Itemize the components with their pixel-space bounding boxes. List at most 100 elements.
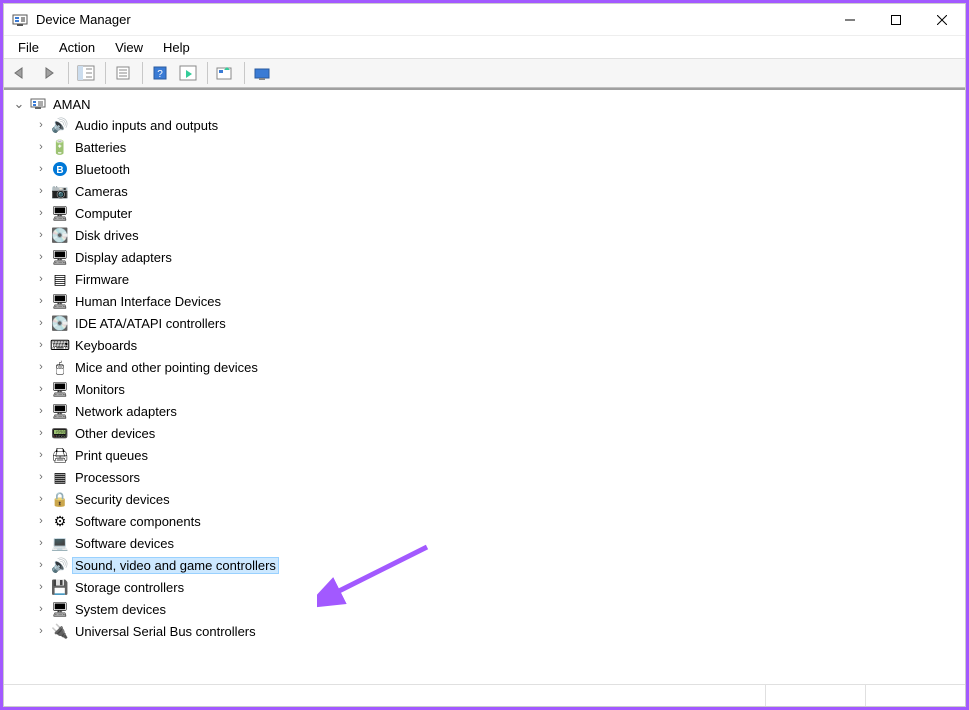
- toolbar-sep: [207, 62, 208, 84]
- svg-text:?: ?: [157, 69, 163, 80]
- audio-inputs-outputs-icon: 🔊: [51, 116, 69, 134]
- expander-icon[interactable]: [12, 96, 26, 112]
- firmware-icon: ▤: [51, 270, 69, 288]
- tree-node-processors[interactable]: ▦Processors: [34, 466, 959, 488]
- tree-node-label: Computer: [72, 205, 135, 222]
- update-driver-button[interactable]: [212, 61, 238, 85]
- expander-icon[interactable]: [34, 207, 48, 219]
- monitors-icon: 🖥: [51, 380, 69, 398]
- expander-icon[interactable]: [34, 361, 48, 373]
- expander-icon[interactable]: [34, 317, 48, 329]
- expander-icon[interactable]: [34, 405, 48, 417]
- menu-file[interactable]: File: [8, 38, 49, 57]
- window-controls: [827, 4, 965, 35]
- tree-node-security-devices[interactable]: 🔒Security devices: [34, 488, 959, 510]
- expander-icon[interactable]: [34, 449, 48, 461]
- security-devices-icon: 🔒: [51, 490, 69, 508]
- tree-node-software-devices[interactable]: 💻Software devices: [34, 532, 959, 554]
- system-devices-icon: 🖥: [51, 600, 69, 618]
- tree-node-network-adapters[interactable]: 🖥Network adapters: [34, 400, 959, 422]
- tree-node-system-devices[interactable]: 🖥System devices: [34, 598, 959, 620]
- forward-button[interactable]: [36, 61, 62, 85]
- hid-icon: 🖥: [51, 292, 69, 310]
- tree-node-label: Network adapters: [72, 403, 180, 420]
- status-cell: [765, 685, 865, 706]
- tree-root[interactable]: AMAN: [10, 94, 959, 114]
- tree-node-firmware[interactable]: ▤Firmware: [34, 268, 959, 290]
- menu-help[interactable]: Help: [153, 38, 200, 57]
- expander-icon[interactable]: [34, 339, 48, 351]
- toolbar-sep: [142, 62, 143, 84]
- tree-node-sound-video-game[interactable]: 🔊Sound, video and game controllers: [34, 554, 959, 576]
- expander-icon[interactable]: [34, 295, 48, 307]
- expander-icon[interactable]: [34, 273, 48, 285]
- tree-node-keyboards[interactable]: ⌨Keyboards: [34, 334, 959, 356]
- expander-icon[interactable]: [34, 251, 48, 263]
- tree-node-batteries[interactable]: 🔋Batteries: [34, 136, 959, 158]
- cameras-icon: 📷: [51, 182, 69, 200]
- tree-node-label: Mice and other pointing devices: [72, 359, 261, 376]
- software-components-icon: ⚙: [51, 512, 69, 530]
- scan-hardware-button[interactable]: [249, 61, 275, 85]
- tree-node-usb-controllers[interactable]: 🔌Universal Serial Bus controllers: [34, 620, 959, 642]
- tree-node-display-adapters[interactable]: 🖥Display adapters: [34, 246, 959, 268]
- show-hide-tree-button[interactable]: [73, 61, 99, 85]
- tree-node-other-devices[interactable]: 📟Other devices: [34, 422, 959, 444]
- tree-node-label: Bluetooth: [72, 161, 133, 178]
- close-button[interactable]: [919, 4, 965, 35]
- expander-icon[interactable]: [34, 427, 48, 439]
- tree-node-label: Human Interface Devices: [72, 293, 224, 310]
- window-title: Device Manager: [36, 12, 131, 27]
- tree-node-monitors[interactable]: 🖥Monitors: [34, 378, 959, 400]
- expander-icon[interactable]: [34, 119, 48, 131]
- expander-icon[interactable]: [34, 515, 48, 527]
- tree-node-computer[interactable]: 🖥Computer: [34, 202, 959, 224]
- menu-action[interactable]: Action: [49, 38, 105, 57]
- toolbar-sep: [244, 62, 245, 84]
- tree-node-label: Monitors: [72, 381, 128, 398]
- expander-icon[interactable]: [34, 163, 48, 175]
- tree-node-cameras[interactable]: 📷Cameras: [34, 180, 959, 202]
- expander-icon[interactable]: [34, 625, 48, 637]
- help-button[interactable]: ?: [147, 61, 173, 85]
- expander-icon[interactable]: [34, 141, 48, 153]
- expander-icon[interactable]: [34, 559, 48, 571]
- action-button[interactable]: [175, 61, 201, 85]
- maximize-button[interactable]: [873, 4, 919, 35]
- back-button[interactable]: [8, 61, 34, 85]
- expander-icon[interactable]: [34, 229, 48, 241]
- tree-node-storage-controllers[interactable]: 💾Storage controllers: [34, 576, 959, 598]
- expander-icon[interactable]: [34, 471, 48, 483]
- tree-node-label: IDE ATA/ATAPI controllers: [72, 315, 229, 332]
- display-adapters-icon: 🖥: [51, 248, 69, 266]
- tree-node-label: Security devices: [72, 491, 173, 508]
- menu-view[interactable]: View: [105, 38, 153, 57]
- tree-node-disk-drives[interactable]: 💽Disk drives: [34, 224, 959, 246]
- expander-icon[interactable]: [34, 603, 48, 615]
- expander-icon[interactable]: [34, 493, 48, 505]
- expander-icon[interactable]: [34, 185, 48, 197]
- tree-node-mice[interactable]: 🖱Mice and other pointing devices: [34, 356, 959, 378]
- bluetooth-icon: B: [51, 160, 69, 178]
- expander-icon[interactable]: [34, 383, 48, 395]
- device-manager-window: Device Manager File Action View Help: [3, 3, 966, 707]
- computer-icon: 🖥: [51, 204, 69, 222]
- print-queues-icon: 🖨: [51, 446, 69, 464]
- tree-node-label: Batteries: [72, 139, 129, 156]
- tree-node-label: Universal Serial Bus controllers: [72, 623, 259, 640]
- device-tree[interactable]: AMAN 🔊Audio inputs and outputs🔋Batteries…: [4, 88, 965, 684]
- tree-node-label: Keyboards: [72, 337, 140, 354]
- tree-node-software-components[interactable]: ⚙Software components: [34, 510, 959, 532]
- svg-text:B: B: [56, 165, 63, 176]
- tree-node-audio-inputs-outputs[interactable]: 🔊Audio inputs and outputs: [34, 114, 959, 136]
- expander-icon[interactable]: [34, 581, 48, 593]
- minimize-button[interactable]: [827, 4, 873, 35]
- tree-node-bluetooth[interactable]: B Bluetooth: [34, 158, 959, 180]
- processors-icon: ▦: [51, 468, 69, 486]
- tree-node-hid[interactable]: 🖥Human Interface Devices: [34, 290, 959, 312]
- toolbar: ?: [4, 58, 965, 88]
- tree-node-print-queues[interactable]: 🖨Print queues: [34, 444, 959, 466]
- properties-button[interactable]: [110, 61, 136, 85]
- tree-node-ide-atapi[interactable]: 💽IDE ATA/ATAPI controllers: [34, 312, 959, 334]
- expander-icon[interactable]: [34, 537, 48, 549]
